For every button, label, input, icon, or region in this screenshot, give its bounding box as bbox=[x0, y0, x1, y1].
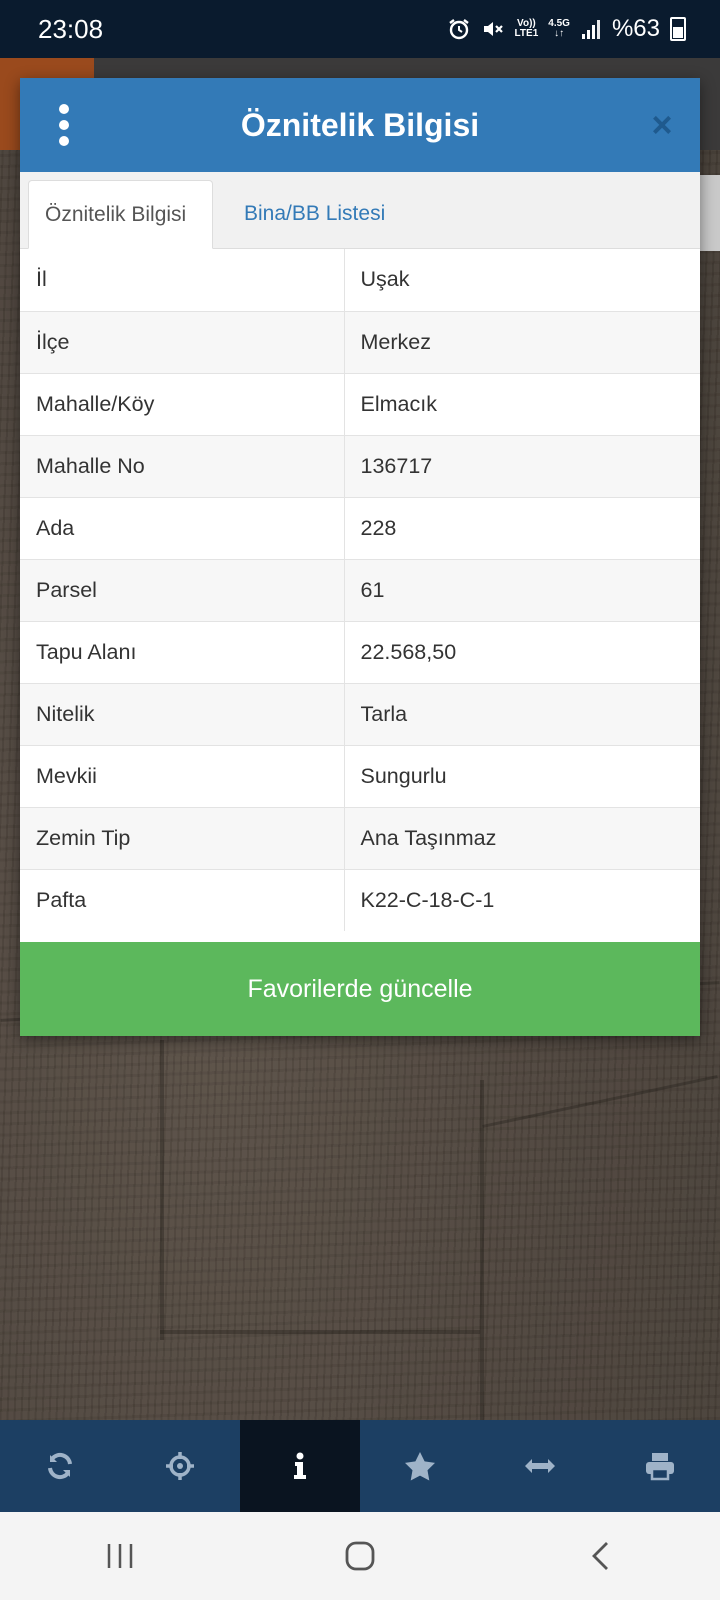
attribute-key: İlçe bbox=[20, 310, 345, 373]
attribute-key: İl bbox=[20, 249, 345, 311]
attribute-value: K22-C-18-C-1 bbox=[344, 868, 700, 931]
table-row: Zemin Tip Ana Taşınmaz bbox=[20, 806, 700, 869]
table-row: Tapu Alanı 22.568,50 bbox=[20, 620, 700, 683]
more-options-icon[interactable] bbox=[50, 104, 78, 146]
attribute-value: 228 bbox=[344, 496, 700, 559]
attribute-value: Merkez bbox=[344, 310, 700, 373]
tab-attribute-info[interactable]: Öznitelik Bilgisi bbox=[28, 180, 213, 249]
table-row: Nitelik Tarla bbox=[20, 682, 700, 745]
refresh-icon bbox=[48, 1452, 72, 1480]
toolbar-info[interactable] bbox=[240, 1420, 360, 1512]
alarm-icon bbox=[447, 17, 471, 41]
home-icon bbox=[345, 1541, 375, 1571]
network-4.5g-icon: 4.5G ↓↑ bbox=[548, 18, 570, 39]
attribute-value: Elmacık bbox=[344, 372, 700, 435]
toolbar-favorites[interactable] bbox=[360, 1420, 480, 1512]
volte-label-bottom: LTE1 bbox=[514, 28, 539, 39]
update-favorites-button[interactable]: Favorilerde güncelle bbox=[20, 942, 700, 1036]
tab-building-list[interactable]: Bina/BB Listesi bbox=[228, 180, 401, 248]
attribute-table: İl Uşak İlçe Merkez Mahalle/Köy Elmacık Mah… bbox=[20, 249, 700, 931]
network-label: 4.5G bbox=[548, 18, 570, 29]
battery-icon bbox=[670, 17, 686, 41]
nav-back[interactable] bbox=[560, 1526, 640, 1586]
signal-icon bbox=[580, 18, 602, 40]
side-panel-edge bbox=[700, 175, 720, 251]
attribute-value: 136717 bbox=[344, 434, 700, 497]
attribute-value: 61 bbox=[344, 558, 700, 621]
mute-icon bbox=[481, 17, 505, 41]
table-row: Mahalle No 136717 bbox=[20, 434, 700, 497]
attribute-key: Nitelik bbox=[20, 682, 345, 745]
info-icon bbox=[294, 1452, 306, 1479]
volte-icon: Vo)) LTE1 bbox=[515, 19, 539, 39]
attribute-dialog: Öznitelik Bilgisi × Öznitelik Bilgisi Bi… bbox=[20, 78, 700, 1036]
battery-percentage: %63 bbox=[611, 15, 660, 42]
dialog-header: Öznitelik Bilgisi × bbox=[20, 78, 700, 172]
close-icon[interactable]: × bbox=[642, 102, 682, 148]
status-icons: Vo)) LTE1 4.5G ↓↑ %63 bbox=[447, 12, 686, 46]
dialog-title: Öznitelik Bilgisi bbox=[240, 107, 480, 143]
attribute-key: Zemin Tip bbox=[20, 806, 345, 869]
back-icon bbox=[592, 1542, 608, 1570]
attribute-key: Tapu Alanı bbox=[20, 620, 345, 683]
attribute-key: Mahalle/Köy bbox=[20, 372, 345, 435]
attribute-value: Sungurlu bbox=[344, 744, 700, 807]
toolbar-locate[interactable] bbox=[120, 1420, 240, 1512]
attribute-value: 22.568,50 bbox=[344, 620, 700, 683]
toolbar-print[interactable] bbox=[600, 1420, 720, 1512]
status-time: 23:08 bbox=[38, 14, 104, 44]
attribute-key: Pafta bbox=[20, 868, 345, 931]
table-row: Mahalle/Köy Elmacık bbox=[20, 372, 700, 435]
system-nav-bar bbox=[0, 1512, 720, 1600]
nav-recent-apps[interactable] bbox=[80, 1526, 160, 1586]
status-bar: 23:08 Vo)) LTE1 4.5G ↓↑ %63 bbox=[0, 0, 720, 58]
tab-bar: Öznitelik Bilgisi Bina/BB Listesi bbox=[20, 172, 700, 249]
print-icon bbox=[646, 1453, 674, 1481]
table-row: İl Uşak bbox=[20, 249, 700, 311]
measure-icon bbox=[525, 1459, 555, 1473]
table-row: Parsel 61 bbox=[20, 558, 700, 621]
locate-icon bbox=[166, 1452, 194, 1480]
table-row: Mevkii Sungurlu bbox=[20, 744, 700, 807]
toolbar-measure[interactable] bbox=[480, 1420, 600, 1512]
attribute-value: Tarla bbox=[344, 682, 700, 745]
nav-home[interactable] bbox=[320, 1526, 400, 1586]
recent-apps-icon bbox=[107, 1544, 133, 1568]
attribute-value: Uşak bbox=[360, 267, 410, 292]
star-icon bbox=[405, 1452, 435, 1481]
attribute-key: Mevkii bbox=[20, 744, 345, 807]
attribute-key: Parsel bbox=[20, 558, 345, 621]
bottom-toolbar bbox=[0, 1420, 720, 1512]
attribute-value: Ana Taşınmaz bbox=[344, 806, 700, 869]
toolbar-refresh[interactable] bbox=[0, 1420, 120, 1512]
table-row: İlçe Merkez bbox=[20, 310, 700, 373]
table-row: Pafta K22-C-18-C-1 bbox=[20, 868, 700, 931]
attribute-key: Ada bbox=[20, 496, 345, 559]
attribute-key: Mahalle No bbox=[20, 434, 345, 497]
table-row: Ada 228 bbox=[20, 496, 700, 559]
